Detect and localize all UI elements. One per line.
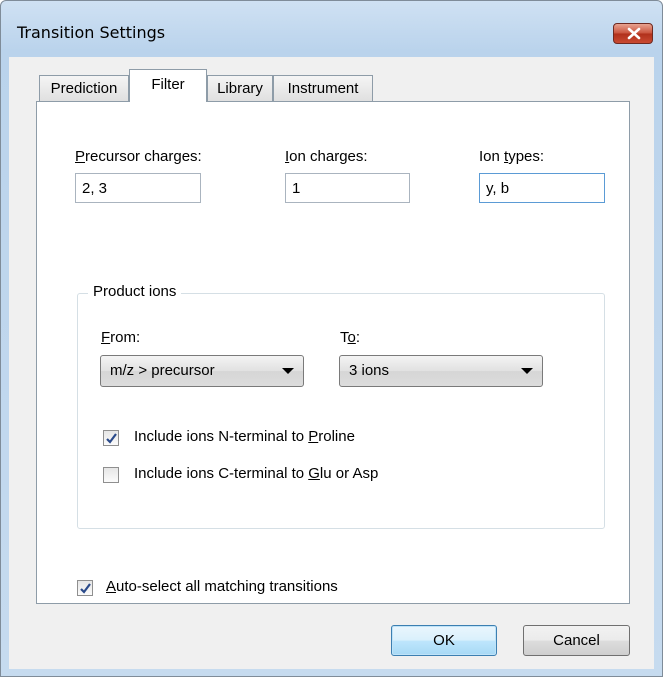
c-terminal-glu-asp-checkbox[interactable]: [103, 467, 119, 483]
from-label: From:: [101, 329, 141, 346]
c-terminal-glu-asp-label[interactable]: Include ions C-terminal to Glu or Asp: [134, 465, 378, 482]
tab-filter[interactable]: Filter: [129, 69, 207, 102]
n-terminal-proline-label[interactable]: Include ions N-terminal to Proline: [134, 428, 355, 445]
dialog-window: Transition Settings Prediction Filter Li…: [0, 0, 663, 677]
close-button[interactable]: [613, 23, 653, 44]
tab-instrument[interactable]: Instrument: [273, 75, 373, 103]
from-dropdown[interactable]: m/z > precursor: [100, 355, 304, 387]
n-terminal-proline-checkbox[interactable]: [103, 430, 119, 446]
checkmark-icon: [80, 583, 91, 594]
product-ions-group: Product ions From: m/z > precursor To: 3…: [77, 283, 605, 529]
ion-types-input[interactable]: [479, 173, 605, 203]
tab-prediction-label: Prediction: [50, 80, 118, 97]
ion-charges-input[interactable]: [285, 173, 410, 203]
tab-library-label: Library: [217, 80, 263, 97]
tab-instrument-label: Instrument: [287, 80, 359, 97]
filter-tab-panel: Precursor charges: Ion charges: Ion type…: [36, 101, 630, 604]
chevron-down-icon: [521, 368, 533, 374]
tab-filter-label: Filter: [151, 76, 185, 93]
precursor-charges-input[interactable]: [75, 173, 201, 203]
window-title: Transition Settings: [17, 23, 166, 42]
ok-button[interactable]: OK: [391, 625, 497, 656]
tab-prediction[interactable]: Prediction: [39, 75, 129, 103]
tab-library[interactable]: Library: [207, 75, 273, 103]
auto-select-checkbox[interactable]: [77, 580, 93, 596]
from-dropdown-value: m/z > precursor: [110, 362, 215, 379]
to-dropdown-value: 3 ions: [349, 362, 390, 379]
to-label: To:: [340, 329, 361, 346]
checkmark-icon: [106, 433, 117, 444]
title-bar[interactable]: Transition Settings: [1, 1, 662, 44]
ion-charges-label: Ion charges:: [285, 148, 368, 165]
product-ions-group-title: Product ions: [88, 283, 182, 300]
close-icon: [627, 27, 641, 40]
dialog-client-area: Prediction Filter Library Instrument Pre…: [9, 57, 654, 669]
to-dropdown[interactable]: 3 ions: [339, 355, 543, 387]
ion-types-label: Ion types:: [479, 148, 545, 165]
chevron-down-icon: [282, 368, 294, 374]
cancel-button[interactable]: Cancel: [523, 625, 630, 656]
precursor-charges-label: Precursor charges:: [75, 148, 202, 165]
auto-select-label[interactable]: Auto-select all matching transitions: [106, 578, 338, 595]
